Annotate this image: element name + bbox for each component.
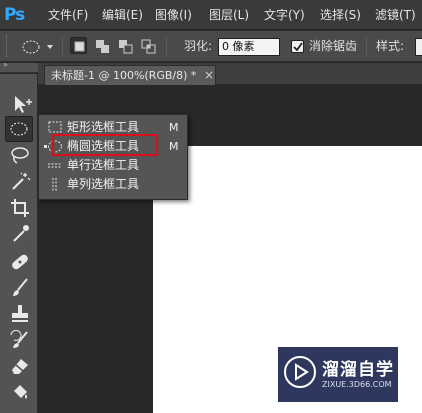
- menu-type[interactable]: 文字(Y): [264, 0, 305, 30]
- new-selection-icon: [74, 41, 85, 52]
- play-logo-icon: [284, 356, 316, 388]
- flyout-item-single-row-marquee[interactable]: 单行选框工具: [39, 156, 187, 175]
- menu-file[interactable]: 文件(F): [48, 0, 88, 30]
- menu-layer[interactable]: 图层(L): [209, 0, 249, 30]
- brush-tool[interactable]: [5, 274, 33, 300]
- tools-panel-header[interactable]: »: [0, 60, 38, 73]
- photoshop-logo: Ps: [4, 5, 25, 25]
- intersect-selection-button[interactable]: [139, 37, 156, 54]
- single-row-marquee-icon: [48, 163, 62, 168]
- flyout-item-shortcut: M: [169, 140, 179, 153]
- eyedropper-icon: [13, 225, 29, 242]
- tools-panel: [0, 74, 38, 413]
- options-bar: 羽化: 0 像素 消除锯齿 样式:: [0, 31, 422, 62]
- magic-wand-tool[interactable]: [5, 168, 33, 194]
- lasso-icon: [11, 147, 29, 164]
- crop-tool[interactable]: [5, 194, 33, 220]
- new-selection-button[interactable]: [70, 37, 87, 54]
- clone-stamp-tool[interactable]: [5, 300, 33, 326]
- menu-select[interactable]: 选择(S): [320, 0, 361, 30]
- ellipse-marquee-tool[interactable]: [5, 116, 33, 142]
- document-tab-bar: 未标题-1 @ 100%(RGB/8) * ×: [38, 63, 422, 85]
- add-selection-icon: [96, 40, 109, 53]
- flyout-item-shortcut: M: [169, 121, 179, 134]
- close-icon[interactable]: ×: [204, 66, 216, 85]
- marquee-tools-flyout: 矩形选框工具 M 椭圆选框工具 M 单行选框工具 单列选框工具: [38, 114, 188, 200]
- antialias-checkbox[interactable]: [291, 40, 304, 53]
- highlight-annotation: [52, 134, 158, 156]
- add-selection-button[interactable]: [93, 37, 110, 54]
- paint-bucket-tool[interactable]: [5, 378, 33, 404]
- brush-icon: [13, 278, 28, 296]
- history-brush-tool[interactable]: [5, 326, 33, 352]
- watermark-title: 溜溜自学: [322, 360, 394, 380]
- ellipse-marquee-icon: [10, 122, 28, 136]
- antialias-label: 消除锯齿: [309, 39, 358, 53]
- document-tab[interactable]: 未标题-1 @ 100%(RGB/8) * ×: [44, 65, 216, 85]
- crop-icon: [11, 199, 29, 217]
- subtract-selection-button[interactable]: [116, 37, 133, 54]
- collapse-icon: »: [3, 60, 8, 69]
- menu-bar: Ps 文件(F) 编辑(E) 图像(I) 图层(L) 文字(Y) 选择(S) 滤…: [0, 0, 422, 30]
- ellipse-marquee-icon: [22, 40, 53, 54]
- watermark-url: ZIXUE.3D66.COM: [322, 380, 392, 389]
- tool-preset-picker[interactable]: [20, 38, 56, 56]
- separator: [166, 36, 167, 56]
- lasso-tool[interactable]: [5, 142, 33, 168]
- magic-wand-icon: [12, 172, 31, 190]
- paint-bucket-icon: [14, 385, 27, 399]
- history-brush-icon: [10, 329, 28, 348]
- move-icon: [15, 96, 32, 113]
- flyout-item-single-column-marquee[interactable]: 单列选框工具: [39, 175, 187, 194]
- eraser-icon: [12, 359, 28, 374]
- single-column-marquee-icon: [52, 178, 57, 191]
- separator: [62, 36, 63, 56]
- style-label: 样式:: [376, 39, 405, 53]
- move-tool[interactable]: [5, 90, 33, 116]
- document-tab-title: 未标题-1 @ 100%(RGB/8) *: [51, 69, 197, 82]
- flyout-item-label: 单列选框工具: [67, 177, 140, 191]
- bandage-icon: [12, 254, 28, 270]
- separator: [366, 36, 367, 56]
- stamp-icon: [12, 305, 28, 322]
- subtract-selection-icon: [119, 40, 133, 54]
- style-dropdown[interactable]: [415, 38, 422, 56]
- flyout-item-label: 单行选框工具: [67, 158, 140, 172]
- feather-label: 羽化:: [184, 39, 213, 53]
- eyedropper-tool[interactable]: [5, 220, 33, 246]
- healing-brush-tool[interactable]: [5, 248, 33, 274]
- menu-edit[interactable]: 编辑(E): [102, 0, 143, 30]
- eraser-tool[interactable]: [5, 352, 33, 378]
- menu-image[interactable]: 图像(I): [155, 0, 192, 30]
- feather-input[interactable]: 0 像素: [218, 38, 280, 56]
- menu-filter[interactable]: 滤镜(T): [375, 0, 416, 30]
- watermark: 溜溜自学 ZIXUE.3D66.COM: [278, 347, 398, 402]
- rect-marquee-icon: [48, 121, 62, 133]
- options-grip[interactable]: [6, 35, 9, 57]
- check-icon: [293, 42, 303, 52]
- intersect-selection-icon: [141, 39, 156, 54]
